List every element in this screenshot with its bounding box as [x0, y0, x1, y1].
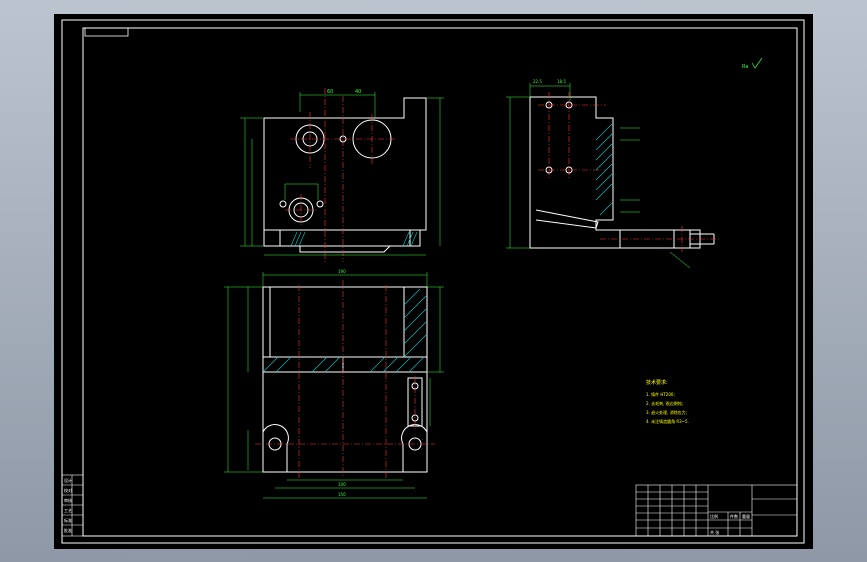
revision-block [61, 474, 84, 537]
revision-label: 标准 [64, 517, 72, 523]
front-view-hatch [290, 231, 418, 247]
plan-view-hatch [262, 288, 427, 373]
front-view-outline [263, 97, 427, 253]
dimension-text: 22.5 [533, 79, 542, 84]
note-item: 2. 去毛刺, 锐边倒钝; [646, 400, 683, 406]
plan-view: 190 100 150 [224, 269, 444, 499]
note-item: 3. 退火处理, 消除应力; [646, 409, 687, 415]
side-view: 22.5 18.5 [506, 79, 720, 269]
dimension-text: 18.5 [557, 79, 566, 84]
note-item: 1. 铸件 HT200; [646, 391, 675, 397]
revision-label: 审核 [64, 497, 72, 503]
plan-view-dimensions [224, 272, 444, 499]
dimension-text: 150 [338, 492, 346, 497]
code-box [84, 27, 129, 37]
note-item: 4. 未注铸造圆角 R3~5. [646, 418, 689, 424]
revision-label: 校对 [64, 487, 72, 493]
revision-label: 设计 [64, 477, 72, 483]
title-block [635, 484, 798, 537]
title-block-label: 比例 [710, 513, 718, 519]
title-block-label: 重量 [742, 513, 750, 519]
roughness-text: Ra [742, 64, 748, 70]
title-block-label: 件数 [730, 513, 738, 519]
revision-label: 工艺 [64, 508, 72, 513]
dimension-text: 100 [338, 482, 346, 487]
front-view-centerlines [285, 88, 396, 262]
side-view-outline [529, 96, 715, 249]
title-block-label: 共 张 [710, 529, 719, 535]
front-view: 60 40 [240, 88, 444, 262]
outer-frame [61, 19, 805, 544]
cad-drawing: 设计 校对 审核 工艺 标准 批准 60 40 22.5 18.5 Ra 190… [61, 19, 805, 544]
dimension-text: 60 [327, 89, 333, 95]
notes-title: 技术要求: [646, 379, 668, 386]
roughness-symbol: Ra [742, 57, 763, 70]
front-view-dimensions [240, 92, 444, 256]
side-view-dimensions [506, 83, 691, 269]
revision-label: 批准 [64, 527, 72, 533]
dimension-text: 40 [355, 89, 361, 95]
side-view-hatch [595, 123, 613, 216]
side-view-centerlines [538, 92, 720, 252]
dimension-text: 190 [338, 269, 346, 274]
technical-notes: 技术要求: 1. 铸件 HT200; 2. 去毛刺, 锐边倒钝; 3. 退火处理… [646, 379, 689, 424]
